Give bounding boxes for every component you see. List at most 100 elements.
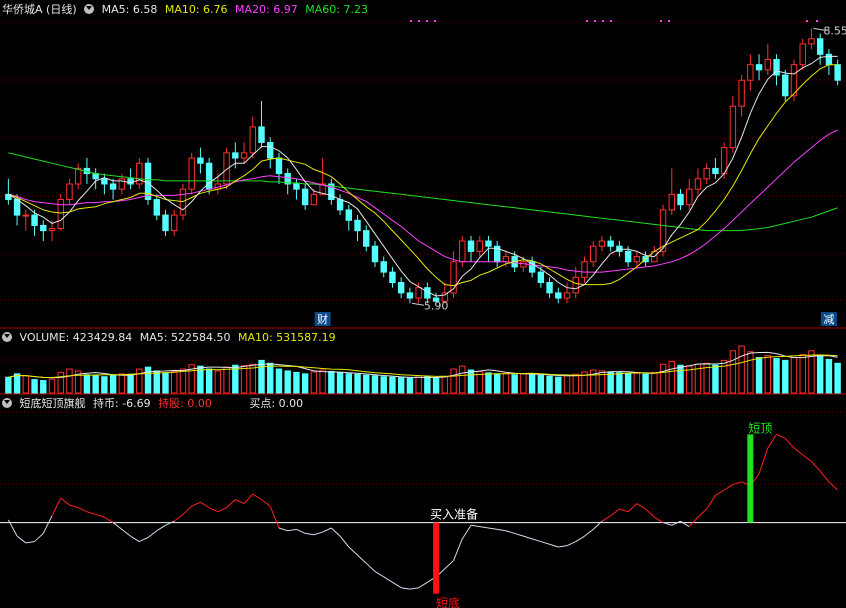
short-top-bar bbox=[747, 434, 754, 523]
oscillator-segment bbox=[461, 525, 472, 540]
oscillator-segment bbox=[208, 507, 219, 513]
candle-body bbox=[92, 173, 99, 180]
oscillator-segment bbox=[575, 535, 585, 542]
oscillator-segment bbox=[86, 511, 96, 515]
chart-canvas: 8.55 5.90 财 减短底 买入准备 短顶 bbox=[0, 20, 846, 608]
oscillator-segment bbox=[688, 516, 699, 527]
volume-bar bbox=[136, 368, 143, 394]
volume-bar bbox=[790, 357, 798, 394]
short-top-label: 短顶 bbox=[748, 421, 772, 435]
candle-body bbox=[406, 292, 414, 299]
candle-body bbox=[686, 188, 693, 206]
oscillator-segment bbox=[287, 528, 297, 532]
oscillator-segment bbox=[723, 484, 734, 491]
candle-body bbox=[459, 240, 466, 263]
ma20-line bbox=[8, 129, 838, 273]
volume-bar bbox=[406, 377, 414, 394]
volume-bar bbox=[799, 354, 806, 394]
candle-body bbox=[808, 38, 815, 45]
candle-body bbox=[179, 188, 187, 216]
signal-dot bbox=[586, 20, 588, 22]
oscillator-segment bbox=[348, 546, 358, 556]
candle-body bbox=[764, 58, 772, 71]
oscillator-segment bbox=[497, 528, 507, 532]
volume-bar bbox=[511, 374, 518, 394]
volume-bar bbox=[223, 366, 230, 394]
oscillator-segment bbox=[479, 526, 489, 529]
oscillator-segment bbox=[34, 533, 44, 542]
candle-body bbox=[799, 43, 806, 66]
oscillator-segment bbox=[758, 447, 769, 474]
volume-bar bbox=[328, 370, 335, 394]
volume-bar bbox=[389, 376, 396, 394]
volume-bar bbox=[13, 373, 21, 394]
candle-body bbox=[188, 157, 195, 190]
candle-body bbox=[171, 214, 178, 232]
candle-body bbox=[13, 199, 21, 216]
oscillator-segment bbox=[139, 537, 149, 543]
candle-body bbox=[232, 152, 239, 159]
oscillator-segment bbox=[784, 438, 795, 449]
oscillator-segment bbox=[610, 508, 620, 517]
chevron-down-icon[interactable] bbox=[84, 4, 95, 14]
candle-body bbox=[249, 126, 256, 154]
ma10-label: MA10: 6.76 bbox=[164, 3, 228, 16]
volume-bar bbox=[22, 375, 30, 394]
price-panel-header: 华侨城A (日线) MA5: 6.58 MA10: 6.76 MA20: 6.9… bbox=[2, 2, 372, 18]
candle-body bbox=[380, 261, 387, 273]
volume-bar bbox=[415, 375, 422, 394]
volume-bar bbox=[493, 373, 501, 394]
volume-bar bbox=[616, 372, 623, 394]
candle-body bbox=[747, 64, 754, 81]
candle-body bbox=[703, 167, 710, 180]
volume-bar bbox=[485, 372, 492, 394]
volume-bar bbox=[354, 373, 361, 394]
volume-bar bbox=[301, 373, 309, 394]
oscillator-segment bbox=[488, 527, 498, 530]
oscillator-segment bbox=[409, 587, 419, 590]
oscillator-segment bbox=[793, 447, 804, 456]
volume-bar bbox=[747, 351, 754, 394]
volume-bar bbox=[371, 375, 379, 394]
volume-bar bbox=[528, 373, 536, 394]
candle-body bbox=[363, 230, 370, 247]
indicator-name: 短底短顶旗舰 bbox=[19, 397, 86, 410]
volume-bar bbox=[834, 362, 841, 394]
signal-dot bbox=[816, 20, 818, 22]
event-marker-right: 减 bbox=[823, 313, 834, 326]
buy-ready-label: 买入准备 bbox=[430, 508, 478, 522]
oscillator-segment bbox=[811, 461, 821, 472]
volume-bar bbox=[205, 368, 213, 394]
volume-bar bbox=[782, 359, 789, 394]
oscillator-segment bbox=[671, 520, 681, 526]
candle-body bbox=[31, 214, 38, 226]
oscillator-segment bbox=[636, 503, 646, 510]
volume-bar bbox=[633, 372, 641, 394]
volume-bar bbox=[363, 374, 370, 394]
candle-body bbox=[624, 250, 632, 263]
security-title[interactable]: 华侨城A (日线) bbox=[2, 3, 77, 16]
candle-body bbox=[301, 188, 309, 206]
oscillator-segment bbox=[104, 516, 114, 523]
volume-bar bbox=[127, 373, 134, 394]
volume-bar bbox=[118, 373, 126, 394]
volume-bar bbox=[380, 376, 387, 394]
candle-body bbox=[738, 79, 745, 107]
volume-ma5-label: MA5: 522584.50 bbox=[139, 331, 231, 344]
volume-bar bbox=[563, 375, 571, 394]
oscillator-segment bbox=[776, 433, 786, 439]
oscillator-segment bbox=[392, 581, 402, 589]
oscillator-segment bbox=[165, 520, 175, 526]
candle-body bbox=[729, 105, 737, 149]
volume-bar bbox=[40, 380, 47, 394]
oscillator-segment bbox=[828, 481, 838, 491]
volume-bar bbox=[729, 350, 737, 394]
ma5-line bbox=[8, 55, 838, 297]
chevron-down-icon[interactable] bbox=[2, 332, 12, 342]
oscillator-segment bbox=[601, 515, 611, 522]
chevron-down-icon[interactable] bbox=[2, 398, 12, 408]
oscillator-segment bbox=[802, 454, 812, 462]
candle-body bbox=[834, 64, 841, 81]
oscillator-segment bbox=[147, 530, 158, 538]
oscillator-segment bbox=[584, 528, 594, 537]
